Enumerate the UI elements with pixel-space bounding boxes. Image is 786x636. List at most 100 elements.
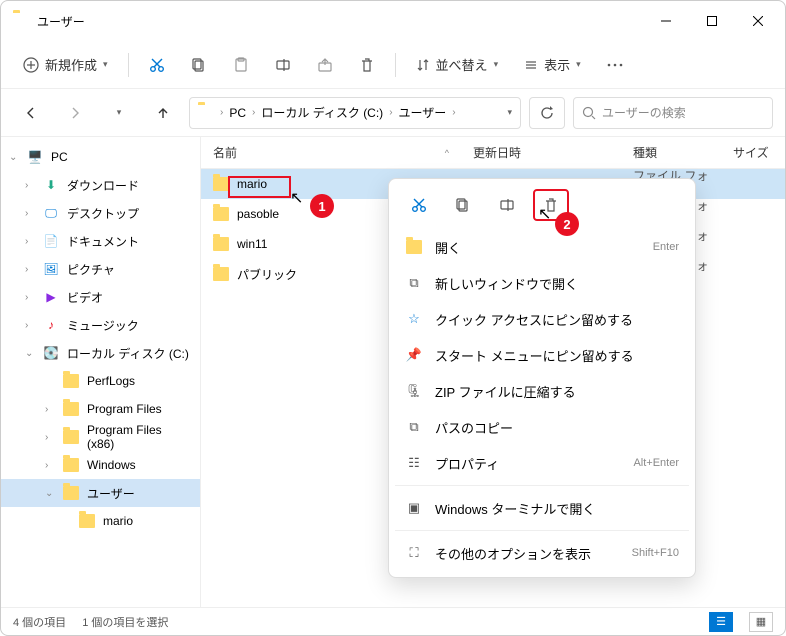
maximize-button[interactable] [689, 5, 735, 37]
folder-icon [13, 13, 29, 29]
chevron-right-icon: › [452, 107, 455, 118]
breadcrumb[interactable]: › PC › ローカル ディスク (C:) › ユーザー › ▾ [189, 97, 521, 129]
divider [395, 485, 689, 486]
recent-button[interactable]: ▾ [101, 97, 137, 129]
minimize-button[interactable] [643, 5, 689, 37]
copy-icon [191, 57, 207, 73]
breadcrumb-item[interactable]: PC [229, 106, 246, 120]
divider [395, 53, 396, 77]
star-icon: ☆ [405, 311, 423, 327]
column-type[interactable]: 種類 [621, 137, 721, 168]
statusbar: 4 個の項目 1 個の項目を選択 ☰ ▦ [1, 607, 785, 635]
column-size[interactable]: サイズ [721, 137, 785, 168]
folder-icon [198, 105, 214, 121]
ctx-pin-start[interactable]: 📌スタート メニューにピン留めする [395, 337, 689, 373]
up-button[interactable] [145, 97, 181, 129]
ctx-properties[interactable]: ☷プロパティAlt+Enter [395, 445, 689, 481]
sidebar-item-desktop[interactable]: ›🖵デスクトップ [1, 199, 200, 227]
pictures-icon: 🖼 [43, 261, 59, 277]
ctx-copy-button[interactable] [445, 189, 481, 221]
path-icon: ⧉ [405, 419, 423, 435]
breadcrumb-item[interactable]: ローカル ディスク (C:) [261, 104, 383, 121]
delete-button[interactable] [349, 51, 385, 79]
sort-icon [416, 58, 430, 72]
folder-icon [405, 240, 423, 254]
details-view-button[interactable]: ☰ [709, 612, 733, 632]
new-button[interactable]: 新規作成 ▾ [13, 49, 118, 80]
cursor-icon: ↖ [290, 188, 303, 208]
sidebar-item-pc[interactable]: ⌄🖥️PC [1, 143, 200, 171]
sidebar-item-programfiles86[interactable]: ›Program Files (x86) [1, 423, 200, 451]
folder-icon [213, 177, 229, 191]
cut-icon [411, 197, 427, 213]
sidebar-item-localdisk[interactable]: ⌄💽ローカル ディスク (C:) [1, 339, 200, 367]
column-headers: 名前^ 更新日時 種類 サイズ [201, 137, 785, 169]
sidebar-item-pictures[interactable]: ›🖼ピクチャ [1, 255, 200, 283]
context-menu: 開くEnter ⧉新しいウィンドウで開く ☆クイック アクセスにピン留めする 📌… [388, 178, 696, 578]
sidebar-item-music[interactable]: ›♪ミュージック [1, 311, 200, 339]
column-date[interactable]: 更新日時 [461, 137, 621, 168]
ctx-rename-button[interactable] [489, 189, 525, 221]
more-button[interactable] [597, 57, 633, 73]
ctx-copy-path[interactable]: ⧉パスのコピー [395, 409, 689, 445]
sort-label: 並べ替え [436, 55, 488, 74]
plus-circle-icon [23, 57, 39, 73]
search-placeholder: ユーザーの検索 [602, 104, 686, 121]
search-input[interactable]: ユーザーの検索 [573, 97, 773, 129]
sidebar-item-programfiles[interactable]: ›Program Files [1, 395, 200, 423]
ctx-open[interactable]: 開くEnter [395, 229, 689, 265]
chevron-down-icon[interactable]: ▾ [507, 107, 512, 118]
sidebar-item-downloads[interactable]: ›⬇ダウンロード [1, 171, 200, 199]
chevron-right-icon: › [220, 107, 223, 118]
copy-icon [455, 197, 471, 213]
sidebar-item-windows[interactable]: ›Windows [1, 451, 200, 479]
breadcrumb-item[interactable]: ユーザー [399, 104, 447, 121]
cursor-icon: ↖ [538, 204, 551, 224]
video-icon: ▶ [43, 289, 59, 305]
more-icon: ⛶ [405, 545, 423, 561]
titlebar: ユーザー [1, 1, 785, 41]
copy-button[interactable] [181, 51, 217, 79]
chevron-right-icon: › [389, 107, 392, 118]
folder-icon [213, 267, 229, 281]
sidebar-item-videos[interactable]: ›▶ビデオ [1, 283, 200, 311]
column-name[interactable]: 名前^ [201, 137, 461, 168]
ctx-zip[interactable]: 🗜ZIP ファイルに圧縮する [395, 373, 689, 409]
folder-icon [213, 207, 229, 221]
sidebar-item-users[interactable]: ⌄ユーザー [1, 479, 200, 507]
cut-button[interactable] [139, 51, 175, 79]
ctx-more[interactable]: ⛶その他のオプションを表示Shift+F10 [395, 535, 689, 571]
sidebar-item-perflogs[interactable]: PerfLogs [1, 367, 200, 395]
refresh-button[interactable] [529, 97, 565, 129]
share-icon [317, 57, 333, 73]
ctx-pin-quick[interactable]: ☆クイック アクセスにピン留めする [395, 301, 689, 337]
ctx-cut-button[interactable] [401, 189, 437, 221]
view-button[interactable]: 表示 ▾ [514, 49, 591, 80]
chevron-down-icon: ▾ [576, 59, 581, 70]
search-icon [582, 106, 596, 120]
chevron-down-icon: ▾ [117, 107, 122, 118]
sidebar-item-documents[interactable]: ›📄ドキュメント [1, 227, 200, 255]
ctx-new-window[interactable]: ⧉新しいウィンドウで開く [395, 265, 689, 301]
desktop-icon: 🖵 [43, 205, 59, 221]
close-button[interactable] [735, 5, 781, 37]
sidebar-item-mario[interactable]: mario [1, 507, 200, 535]
view-icon [524, 58, 538, 72]
annotation-bubble-1: 1 [310, 194, 334, 218]
properties-icon: ☷ [405, 455, 423, 471]
rename-button[interactable] [265, 51, 301, 79]
folder-icon [63, 429, 79, 445]
paste-button[interactable] [223, 51, 259, 79]
chevron-down-icon: ▾ [494, 59, 499, 70]
icons-view-button[interactable]: ▦ [749, 612, 773, 632]
ellipsis-icon [607, 63, 623, 67]
toolbar: 新規作成 ▾ 並べ替え ▾ 表示 ▾ [1, 41, 785, 89]
document-icon: 📄 [43, 233, 59, 249]
back-button[interactable] [13, 97, 49, 129]
share-button[interactable] [307, 51, 343, 79]
chevron-down-icon: ▾ [103, 59, 108, 70]
ctx-terminal[interactable]: ▣Windows ターミナルで開く [395, 490, 689, 526]
sort-button[interactable]: 並べ替え ▾ [406, 49, 509, 80]
annotation-bubble-2: 2 [555, 212, 579, 236]
forward-button[interactable] [57, 97, 93, 129]
